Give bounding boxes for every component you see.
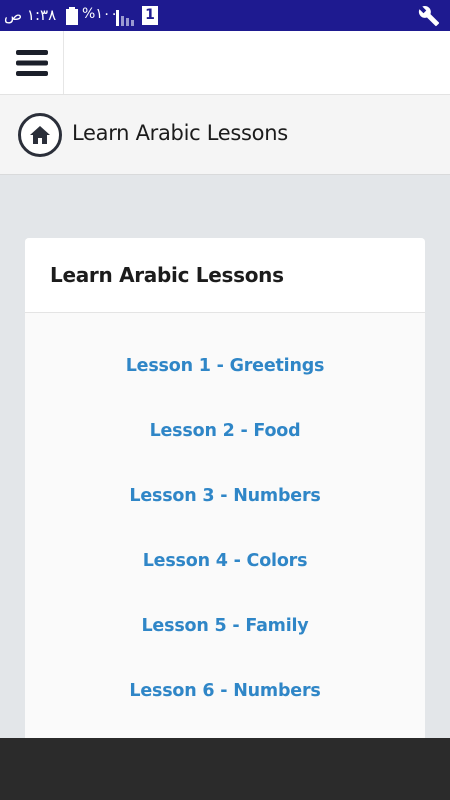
status-bar: ١:٣٨ ص %١٠٠ 1 (0, 0, 450, 31)
menu-button[interactable] (0, 31, 64, 94)
battery-percent: %١٠٠ (82, 6, 118, 22)
list-item: Lesson 5 - Family (25, 616, 425, 681)
list-item: Lesson 2 - Food (25, 421, 425, 486)
lesson-link-3[interactable]: Lesson 3 - Numbers (129, 486, 320, 506)
wrench-icon (418, 5, 440, 32)
top-nav-bar (0, 31, 450, 95)
lessons-card: Learn Arabic Lessons Lesson 1 - Greeting… (25, 238, 425, 758)
page-title: Learn Arabic Lessons (72, 121, 288, 145)
lesson-link-6[interactable]: Lesson 6 - Numbers (129, 681, 320, 701)
list-item: Lesson 1 - Greetings (25, 356, 425, 421)
home-icon[interactable] (18, 113, 62, 157)
lesson-link-1[interactable]: Lesson 1 - Greetings (126, 356, 325, 376)
list-item: Lesson 4 - Colors (25, 551, 425, 616)
card-header: Learn Arabic Lessons (25, 238, 425, 313)
battery-icon (66, 7, 78, 30)
list-item: Lesson 3 - Numbers (25, 486, 425, 551)
hamburger-menu-icon (15, 49, 48, 76)
lesson-link-4[interactable]: Lesson 4 - Colors (143, 551, 308, 571)
card-title: Learn Arabic Lessons (50, 263, 284, 287)
signal-icon (116, 6, 138, 31)
bottom-bar (0, 738, 450, 800)
lesson-link-5[interactable]: Lesson 5 - Family (141, 616, 308, 636)
sim-icon: 1 (142, 6, 158, 25)
list-item: Lesson 6 - Numbers (25, 681, 425, 746)
lesson-list: Lesson 1 - Greetings Lesson 2 - Food Les… (25, 313, 425, 746)
lesson-link-2[interactable]: Lesson 2 - Food (150, 421, 301, 441)
status-time: ١:٣٨ ص (4, 6, 57, 24)
